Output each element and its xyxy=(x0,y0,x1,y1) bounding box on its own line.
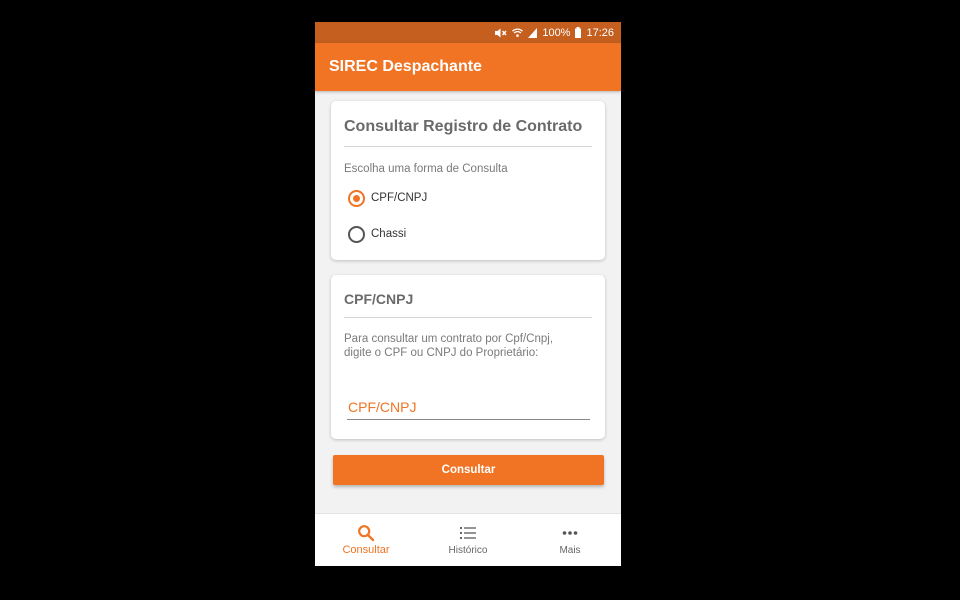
nav-item-mais[interactable]: Mais xyxy=(519,514,621,566)
radio-option-chassi[interactable]: Chassi xyxy=(348,224,406,244)
nav-item-historico[interactable]: Histórico xyxy=(417,514,519,566)
cpf-cnpj-card: CPF/CNPJ Para consultar um contrato por … xyxy=(331,275,605,439)
cpf-cnpj-input[interactable] xyxy=(347,395,590,420)
cpf-description: Para consultar um contrato por Cpf/Cnpj,… xyxy=(344,333,554,359)
bottom-navigation: Consultar Histórico Mais xyxy=(315,513,621,566)
radio-button-checked[interactable] xyxy=(348,189,365,207)
more-icon xyxy=(562,531,578,535)
search-icon xyxy=(358,525,375,542)
phone-screen: 100% 17:26 SIREC Despachante Consultar R… xyxy=(315,22,621,566)
radio-label: CPF/CNPJ xyxy=(371,192,428,204)
nav-label: Histórico xyxy=(448,545,488,556)
consult-type-card: Consultar Registro de Contrato Escolha u… xyxy=(331,101,605,260)
divider xyxy=(344,146,592,147)
consultar-button[interactable]: Consultar xyxy=(333,455,604,485)
consult-prompt: Escolha uma forma de Consulta xyxy=(344,163,508,175)
divider xyxy=(344,317,592,318)
nav-item-consultar[interactable]: Consultar xyxy=(315,514,417,566)
wifi-icon xyxy=(512,27,524,37)
radio-label: Chassi xyxy=(371,228,407,240)
battery-icon xyxy=(575,27,582,38)
mute-icon xyxy=(495,28,507,37)
status-time: 17:26 xyxy=(586,26,614,39)
signal-icon xyxy=(528,27,538,38)
app-bar: SIREC Despachante xyxy=(315,43,621,91)
radio-button-unchecked[interactable] xyxy=(348,225,365,243)
status-bar: 100% 17:26 xyxy=(315,22,621,43)
battery-percent: 100% xyxy=(542,26,571,39)
nav-label: Consultar xyxy=(342,544,390,556)
nav-label: Mais xyxy=(559,545,581,556)
app-title: SIREC Despachante xyxy=(329,58,482,75)
cpf-card-title: CPF/CNPJ xyxy=(344,291,414,307)
radio-option-cpf-cnpj[interactable]: CPF/CNPJ xyxy=(348,188,427,208)
list-icon xyxy=(460,527,476,539)
consult-card-title: Consultar Registro de Contrato xyxy=(344,118,583,135)
